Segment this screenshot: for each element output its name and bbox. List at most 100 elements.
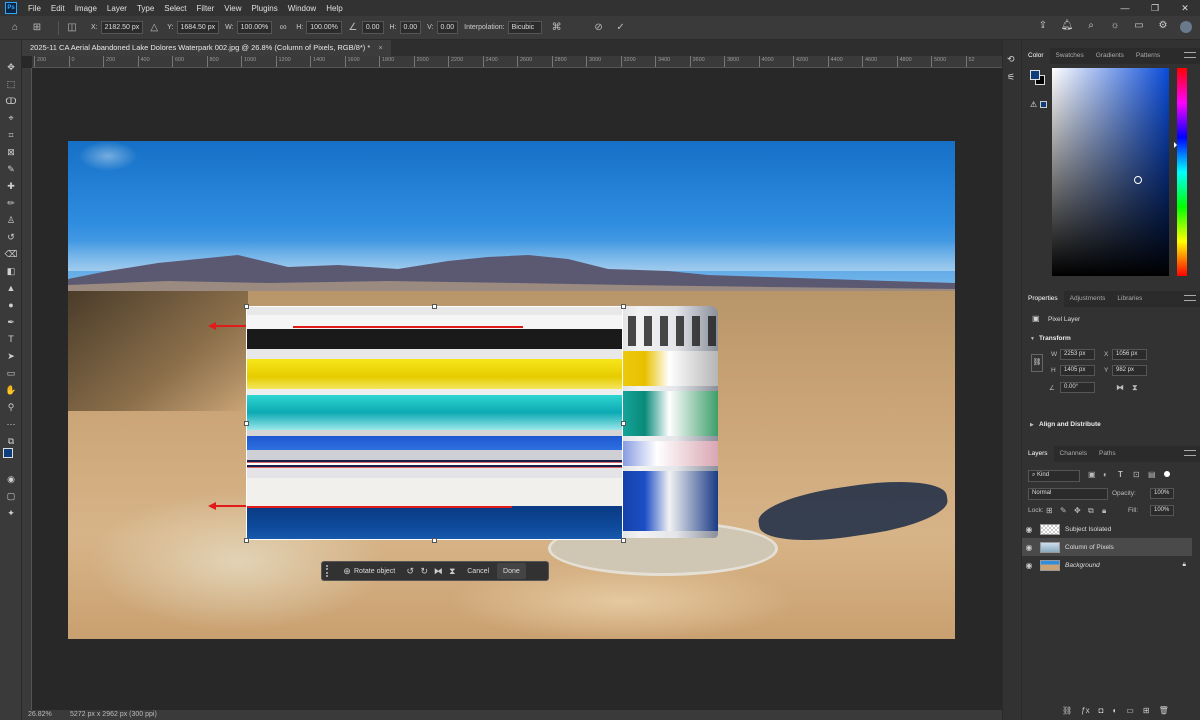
discover-icon[interactable]: ☼ [1108, 20, 1122, 33]
h-skew-field[interactable]: 0.00 [399, 21, 422, 34]
avatar[interactable] [1180, 21, 1192, 33]
more-tools-icon[interactable]: ⋯ [4, 417, 18, 431]
warp-icon[interactable]: ⌘ [550, 21, 564, 35]
lock-transparency-icon[interactable]: ⊞ [1046, 506, 1053, 515]
maximize-icon[interactable]: ❐ [1140, 0, 1170, 16]
blur-tool-icon[interactable]: ▲ [4, 281, 18, 295]
v-skew-field[interactable]: 0.00 [436, 21, 459, 34]
screen-mode-icon[interactable]: ▢ [4, 489, 18, 503]
crop-tool-icon[interactable]: ⌗ [4, 128, 18, 142]
new-adjustment-icon[interactable]: ◐ [1112, 706, 1117, 715]
lock-pixels-icon[interactable]: ✎ [1060, 506, 1067, 515]
commit-transform-icon[interactable]: ✓ [614, 21, 628, 35]
transform-chevron-icon[interactable]: ▼ [1030, 336, 1035, 342]
tab-gradients[interactable]: Gradients [1090, 48, 1130, 64]
menu-edit[interactable]: Edit [46, 4, 70, 13]
quick-mask-icon[interactable]: ◉ [4, 472, 18, 486]
menu-window[interactable]: Window [283, 4, 321, 13]
transform-handle-bl[interactable] [244, 538, 249, 543]
layer-row[interactable]: ◉ Background 🔒︎ [1022, 556, 1192, 574]
path-select-tool-icon[interactable]: ➤ [4, 349, 18, 363]
marquee-tool-icon[interactable]: ⬚ [4, 77, 18, 91]
panel-menu-icon[interactable] [1184, 52, 1196, 58]
layer-row[interactable]: ◉ Subject Isolated [1022, 520, 1192, 538]
minimize-icon[interactable]: — [1110, 0, 1140, 16]
dodge-tool-icon[interactable]: ● [4, 298, 18, 312]
transform-handle-t[interactable] [432, 304, 437, 309]
gradient-tool-icon[interactable]: ◧ [4, 264, 18, 278]
workspace-icon[interactable]: ▭ [1132, 20, 1146, 33]
rotate-right-icon[interactable]: ↻ [417, 566, 431, 577]
y-field[interactable]: 982 px [1112, 365, 1147, 376]
color-picker-field[interactable] [1052, 68, 1169, 276]
properties-panel-icon[interactable]: ⚟ [1007, 72, 1015, 83]
rotation-field[interactable]: 0.00 [361, 21, 384, 34]
foreground-color-swatch[interactable] [3, 448, 13, 458]
lock-artboard-icon[interactable]: ⧉ [1088, 506, 1094, 516]
eyedropper-tool-icon[interactable]: ✎ [4, 162, 18, 176]
flip-horizontal-icon[interactable]: ⧓ [1116, 383, 1124, 392]
menu-file[interactable]: File [23, 4, 46, 13]
tab-layers[interactable]: Layers [1022, 446, 1054, 462]
delete-layer-icon[interactable]: 🗑︎ [1159, 706, 1169, 715]
transform-handle-l[interactable] [244, 421, 249, 426]
new-group-icon[interactable]: ▭ [1126, 706, 1134, 715]
blend-mode-select[interactable]: Normal [1028, 488, 1108, 500]
reference-point-icon[interactable]: ◫ [65, 21, 79, 35]
menu-image[interactable]: Image [70, 4, 102, 13]
panel-menu-icon[interactable] [1184, 450, 1196, 456]
close-tab-icon[interactable]: × [378, 43, 382, 52]
width-percent-field[interactable]: 100.00% [236, 21, 273, 34]
share-icon[interactable]: ⇪ [1036, 20, 1050, 33]
menu-view[interactable]: View [219, 4, 246, 13]
visibility-eye-icon[interactable]: ◉ [1022, 543, 1036, 552]
angle-field[interactable]: 0.00° [1060, 382, 1095, 393]
tab-properties[interactable]: Properties [1022, 291, 1064, 307]
tab-color[interactable]: Color [1022, 48, 1050, 64]
panel-menu-icon[interactable] [1184, 295, 1196, 301]
new-layer-icon[interactable]: ⊞ [1143, 706, 1150, 715]
clone-stamp-tool-icon[interactable]: ♙ [4, 213, 18, 227]
flip-horizontal-icon[interactable]: ⧓ [431, 566, 445, 577]
color-picker-cursor[interactable] [1134, 176, 1142, 184]
menu-select[interactable]: Select [159, 4, 191, 13]
transform-handle-br[interactable] [621, 538, 626, 543]
menu-plugins[interactable]: Plugins [247, 4, 283, 13]
home-icon[interactable]: ⌂ [8, 21, 22, 35]
link-layers-icon[interactable]: ⛓ [1062, 706, 1072, 715]
fill-field[interactable]: 100% [1150, 505, 1174, 516]
transform-selection[interactable] [246, 306, 623, 540]
menu-filter[interactable]: Filter [192, 4, 220, 13]
align-chevron-icon[interactable]: ▶ [1030, 422, 1034, 428]
rotate-object-button[interactable]: ⊕ Rotate object [336, 563, 399, 579]
rectangle-tool-icon[interactable]: ▭ [4, 366, 18, 380]
zoom-level[interactable]: 26.82% [28, 710, 52, 720]
delta-icon[interactable]: △ [147, 21, 161, 35]
filter-type-icon[interactable]: T [1118, 470, 1123, 479]
lock-all-icon[interactable]: 🔒︎ [1102, 506, 1106, 516]
object-select-tool-icon[interactable]: ⌖ [4, 111, 18, 125]
x-field[interactable]: 1056 px [1112, 349, 1147, 360]
x-position-field[interactable]: 2182.50 px [100, 21, 144, 34]
tab-swatches[interactable]: Swatches [1050, 48, 1090, 64]
menu-layer[interactable]: Layer [102, 4, 132, 13]
layer-row[interactable]: ◉ Column of Pixels [1022, 538, 1192, 556]
pen-tool-icon[interactable]: ✒ [4, 315, 18, 329]
layer-name[interactable]: Background [1065, 562, 1100, 569]
filter-shape-icon[interactable]: ⊡ [1133, 470, 1140, 479]
lock-position-icon[interactable]: ✥ [1074, 506, 1081, 515]
height-percent-field[interactable]: 100.00% [306, 21, 342, 34]
search-icon[interactable]: ⌕ [1084, 20, 1098, 33]
link-icon[interactable]: ∞ [276, 21, 290, 35]
y-position-field[interactable]: 1684.50 px [176, 21, 220, 34]
menu-help[interactable]: Help [321, 4, 347, 13]
eraser-tool-icon[interactable]: ⌫ [4, 247, 18, 261]
tab-adjustments[interactable]: Adjustments [1064, 291, 1112, 307]
frame-tool-icon[interactable]: ⊠ [4, 145, 18, 159]
history-brush-tool-icon[interactable]: ↺ [4, 230, 18, 244]
close-window-icon[interactable]: ✕ [1170, 0, 1200, 16]
hue-slider[interactable] [1174, 68, 1187, 276]
cancel-button[interactable]: Cancel [463, 563, 493, 579]
height-field[interactable]: 1405 px [1060, 365, 1095, 376]
move-tool-icon[interactable]: ✥ [4, 60, 18, 74]
